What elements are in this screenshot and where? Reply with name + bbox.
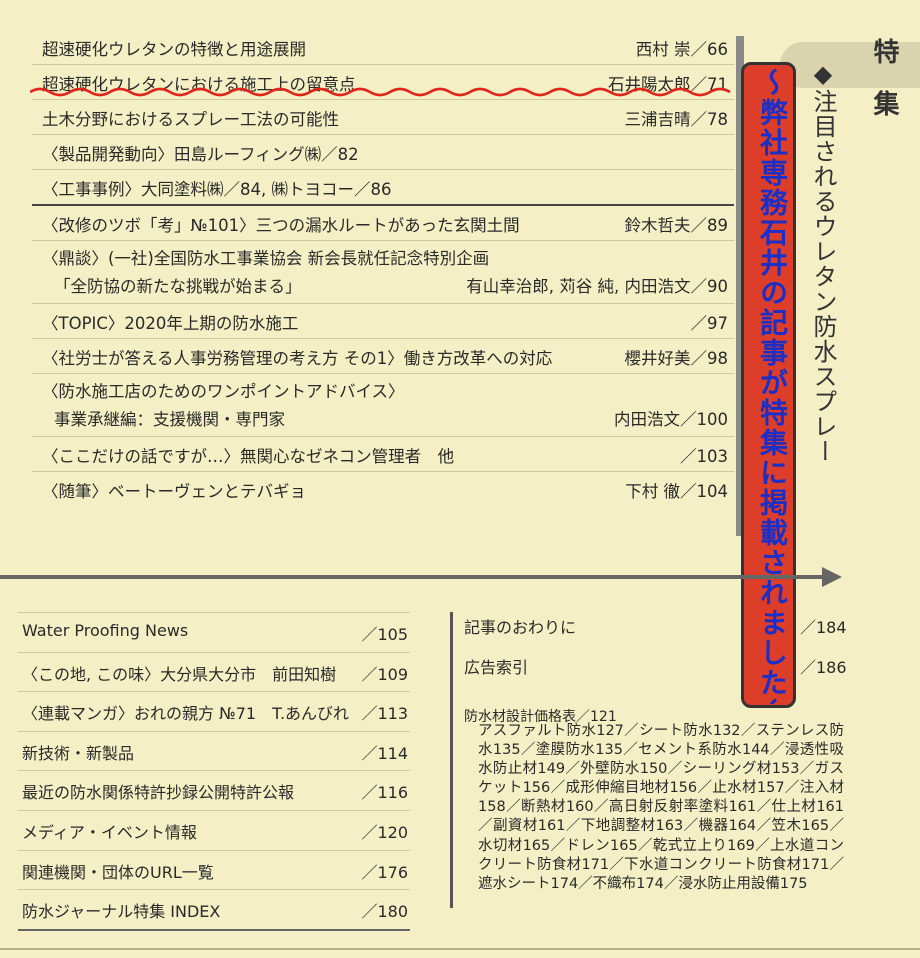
tokushu-label: 特集	[869, 38, 899, 142]
toc-title: 〈改修のツボ「考」№101〉三つの漏水ルートがあった玄関土間	[42, 216, 520, 235]
list-item[interactable]: 関連機関・団体のURL一覧 ／176	[18, 851, 410, 891]
bottom-rule	[0, 948, 920, 950]
list-item[interactable]: メディア・イベント情報 ／120	[18, 811, 410, 851]
toc-row[interactable]: 〈改修のツボ「考」№101〉三つの漏水ルートがあった玄関土間 鈴木哲夫／89	[32, 206, 734, 241]
toc-subtitle: 事業承継編：支援機関・専門家	[54, 410, 285, 429]
divider-arrow-line	[0, 575, 826, 579]
toc-title: 〈ここだけの話ですが…〉無関心なゼネコン管理者 他	[42, 447, 455, 466]
toc-title: 土木分野におけるスプレー工法の可能性	[42, 110, 339, 129]
annotation-text: 〜弊社専務石井の記事が特集に掲載されました〜	[756, 68, 789, 704]
toc-author: 有山幸治郎, 苅谷 純, 内田浩文／90	[466, 277, 728, 296]
toc-row[interactable]: 〈防水施工店のためのワンポイントアドバイス〉 事業承継編：支援機関・専門家 内田…	[32, 374, 734, 437]
list-item[interactable]: 防水ジャーナル特集 INDEX ／180	[18, 890, 410, 931]
toc-row[interactable]: 〈工事事例〉大同塗料㈱／84, ㈱トヨコー／86	[32, 170, 734, 206]
feature-title: ◆注目されるウレタン防水スプレー	[809, 60, 837, 464]
toc-author: 下村 徹／104	[625, 482, 728, 501]
toc-row[interactable]: 超速硬化ウレタンの特徴と用途展開 西村 崇／66	[32, 30, 734, 65]
toc-author: 西村 崇／66	[635, 40, 728, 59]
feature-toc: 超速硬化ウレタンの特徴と用途展開 西村 崇／66 超速硬化ウレタンにおける施工上…	[32, 30, 734, 506]
toc-title: 〈随筆〉ベートーヴェンとテバギョ	[42, 482, 306, 501]
toc-row[interactable]: 〈ここだけの話ですが…〉無関心なゼネコン管理者 他 ／103	[32, 437, 734, 472]
arrow-right-icon	[822, 567, 842, 587]
toc-page: 超速硬化ウレタンの特徴と用途展開 西村 崇／66 超速硬化ウレタンにおける施工上…	[0, 0, 920, 958]
toc-title: 〈社労士が答える人事労務管理の考え方 その1〉働き方改革への対応	[42, 349, 553, 368]
right-column-bar	[450, 612, 453, 908]
regular-column-list: Water Proofing News ／105 〈この地, この味〉大分県大分市…	[18, 612, 410, 931]
toc-author: 三浦吉晴／78	[624, 110, 729, 129]
list-item-ad-index[interactable]: 広告索引	[464, 654, 528, 678]
toc-row[interactable]: 土木分野におけるスプレー工法の可能性 三浦吉晴／78	[32, 100, 734, 135]
toc-row[interactable]: 〈社労士が答える人事労務管理の考え方 その1〉働き方改革への対応 櫻井好美／98	[32, 339, 734, 374]
toc-subtitle: 「全防協の新たな挑戦が始まる」	[54, 277, 302, 296]
toc-title: 〈製品開発動向〉田島ルーフィング㈱／82	[42, 145, 359, 164]
price-table-list: アスファルト防水127／シート防水132／ステンレス防水135／塗膜防水135／…	[478, 723, 844, 892]
toc-row[interactable]: 〈随筆〉ベートーヴェンとテバギョ 下村 徹／104	[32, 472, 734, 506]
list-item[interactable]: 〈連載マンガ〉おれの親方 №71 T.あんびれ ／113	[18, 692, 410, 732]
toc-title: 〈鼎談〉(一社)全国防水工事業協会 新会長就任記念特別企画	[42, 249, 490, 268]
list-item-article-end[interactable]: 記事のおわりに	[464, 614, 576, 638]
toc-author: 内田浩文／100	[614, 410, 728, 429]
list-item[interactable]: Water Proofing News ／105	[18, 613, 410, 653]
toc-title: 〈工事事例〉大同塗料㈱／84, ㈱トヨコー／86	[42, 180, 392, 199]
toc-row[interactable]: 〈鼎談〉(一社)全国防水工事業協会 新会長就任記念特別企画 「全防協の新たな挑戦…	[32, 241, 734, 304]
list-item[interactable]: 新技術・新製品 ／114	[18, 732, 410, 772]
toc-row[interactable]: 〈製品開発動向〉田島ルーフィング㈱／82	[32, 135, 734, 170]
toc-author: 鈴木哲夫／89	[624, 216, 729, 235]
page-number: ／186	[800, 658, 847, 677]
toc-author: 櫻井好美／98	[624, 349, 729, 368]
red-wavy-underline	[30, 87, 731, 97]
page-number: ／184	[800, 618, 847, 637]
toc-author: ／97	[690, 314, 729, 333]
toc-row[interactable]: 〈TOPIC〉2020年上期の防水施工 ／97	[32, 304, 734, 339]
toc-title: 超速硬化ウレタンの特徴と用途展開	[42, 40, 306, 59]
list-item[interactable]: 最近の防水関係特許抄録公開特許公報 ／116	[18, 771, 410, 811]
toc-title: 〈TOPIC〉2020年上期の防水施工	[42, 314, 299, 333]
toc-title: 〈防水施工店のためのワンポイントアドバイス〉	[42, 382, 405, 401]
list-item[interactable]: 〈この地, この味〉大分県大分市 前田知樹 ／109	[18, 653, 410, 693]
toc-author: ／103	[680, 447, 728, 466]
